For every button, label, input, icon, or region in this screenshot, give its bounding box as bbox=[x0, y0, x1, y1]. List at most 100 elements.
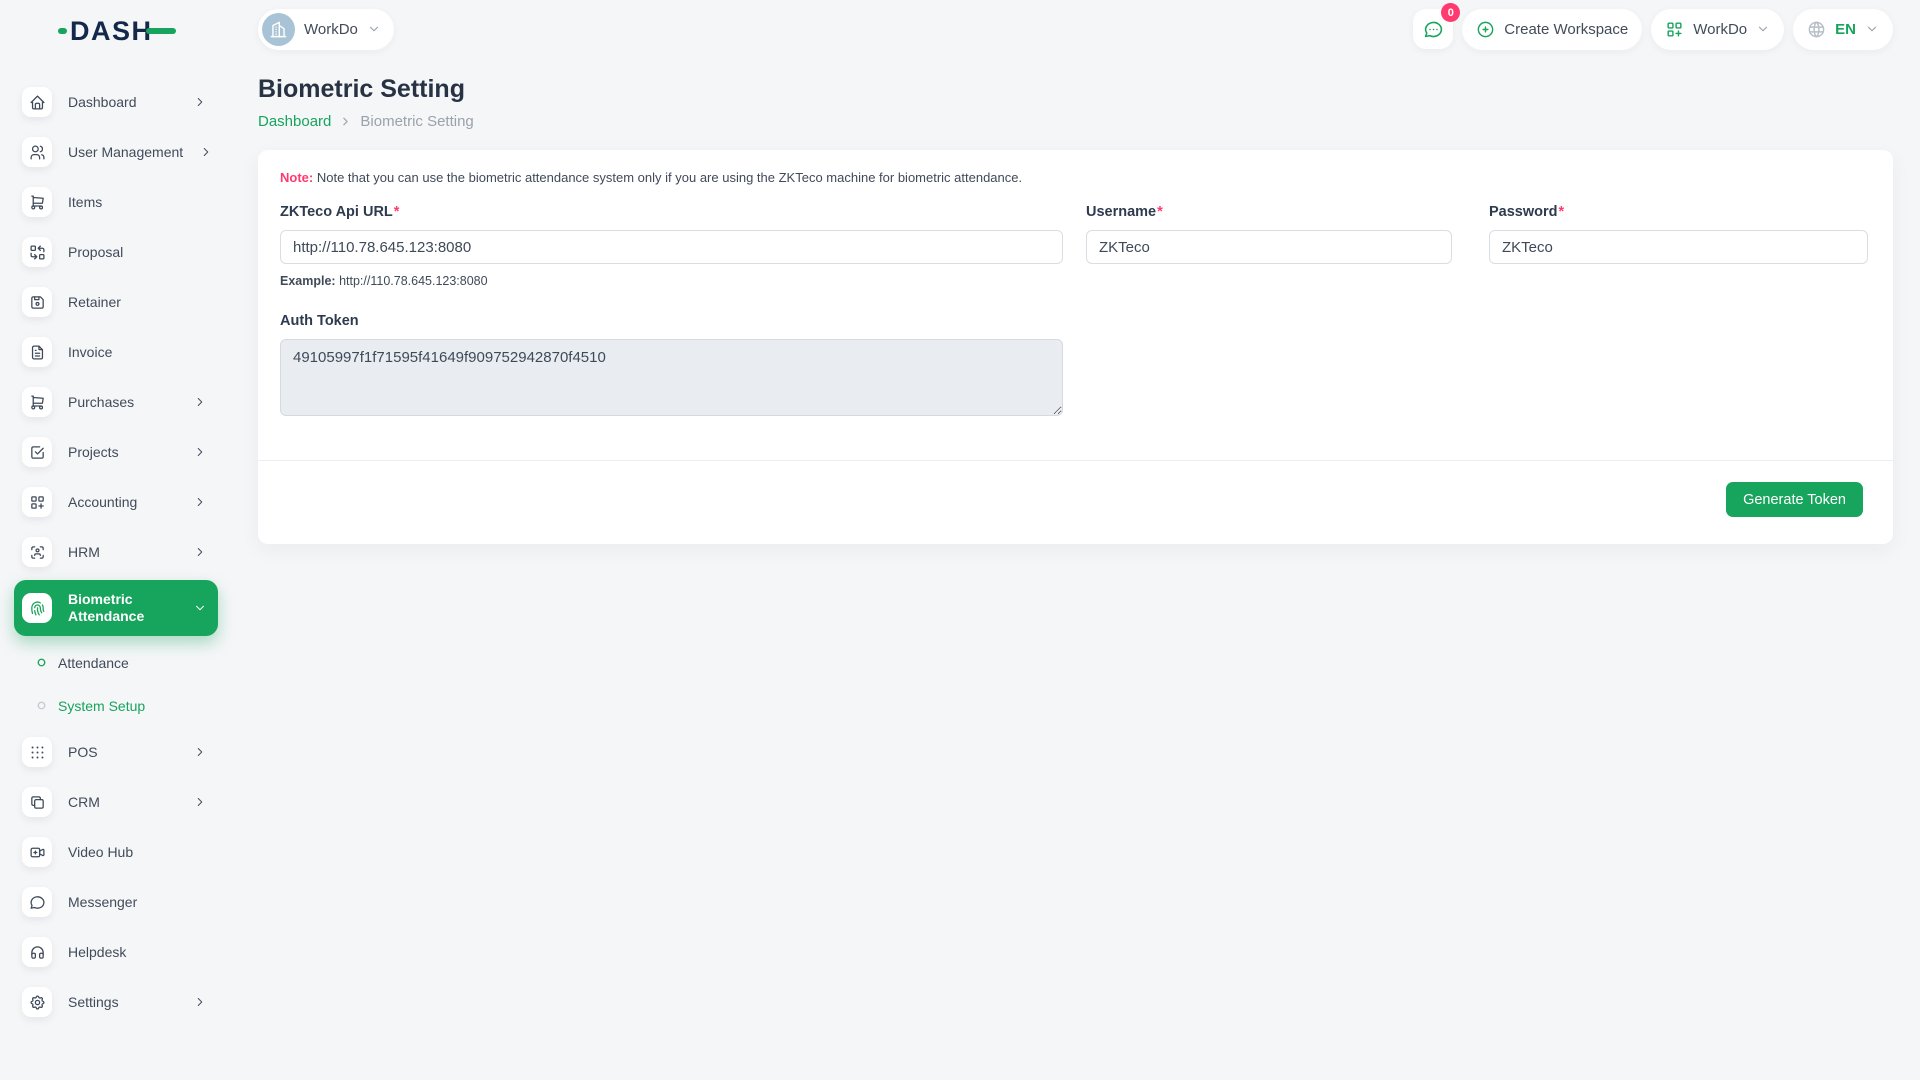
gear-icon bbox=[22, 987, 52, 1017]
sidebar-item-helpdesk[interactable]: Helpdesk bbox=[14, 927, 218, 977]
sidebar-item-messenger[interactable]: Messenger bbox=[14, 877, 218, 927]
biometric-setting-card: Note: Note that you can use the biometri… bbox=[258, 150, 1893, 544]
circle-bullet-icon bbox=[37, 701, 46, 710]
language-selector[interactable]: EN bbox=[1793, 9, 1893, 50]
sidebar-item-purchases[interactable]: Purchases bbox=[14, 377, 218, 427]
sidebar-item-pos[interactable]: POS bbox=[14, 727, 218, 777]
workdo-menu-label: WorkDo bbox=[1693, 21, 1747, 38]
checkbox-icon bbox=[22, 437, 52, 467]
sidebar-item-proposal[interactable]: Proposal bbox=[14, 227, 218, 277]
circle-bullet-icon bbox=[37, 658, 46, 667]
note-label: Note: bbox=[280, 170, 313, 185]
generate-token-button[interactable]: Generate Token bbox=[1726, 482, 1863, 517]
chevron-right-icon bbox=[199, 145, 213, 159]
brand-logo-text: DASH bbox=[70, 16, 153, 46]
headset-icon bbox=[22, 937, 52, 967]
message-icon bbox=[22, 887, 52, 917]
breadcrumb-current: Biometric Setting bbox=[360, 113, 473, 130]
copy-icon bbox=[22, 787, 52, 817]
workspace-avatar bbox=[262, 13, 295, 46]
cart-icon bbox=[22, 387, 52, 417]
topbar-right: 0 Create Workspace WorkDo bbox=[1413, 9, 1893, 50]
chevron-right-icon bbox=[193, 995, 207, 1009]
form-row: ZKTeco Api URL* Example: http://110.78.6… bbox=[280, 203, 1871, 288]
circle-plus-icon bbox=[1476, 20, 1495, 39]
chevron-right-icon bbox=[193, 745, 207, 759]
main-area: WorkDo 0 Create Workspace bbox=[232, 0, 1920, 1080]
cart-icon bbox=[22, 187, 52, 217]
replace-icon bbox=[22, 237, 52, 267]
chevron-down-icon bbox=[367, 22, 381, 36]
message-dots-icon bbox=[1423, 19, 1444, 40]
sidebar-subitem-system-setup[interactable]: System Setup bbox=[14, 684, 218, 727]
floppy-icon bbox=[22, 287, 52, 317]
sidebar-item-invoice[interactable]: Invoice bbox=[14, 327, 218, 377]
sidebar-item-items[interactable]: Items bbox=[14, 177, 218, 227]
video-icon bbox=[22, 837, 52, 867]
create-workspace-button[interactable]: Create Workspace bbox=[1462, 9, 1642, 50]
sidebar: DASH DashboardUser ManagementItemsPropos… bbox=[0, 0, 232, 1080]
sidebar-item-dashboard[interactable]: Dashboard bbox=[14, 77, 218, 127]
sidebar-subitem-attendance[interactable]: Attendance bbox=[14, 641, 218, 684]
breadcrumb-dashboard-link[interactable]: Dashboard bbox=[258, 113, 331, 130]
workspace-name: WorkDo bbox=[304, 21, 358, 38]
grid-plus-icon bbox=[1665, 20, 1684, 39]
app: DASH DashboardUser ManagementItemsPropos… bbox=[0, 0, 1920, 1080]
chevron-down-icon bbox=[1865, 22, 1879, 36]
sidebar-item-projects[interactable]: Projects bbox=[14, 427, 218, 477]
chevron-down-icon bbox=[193, 601, 207, 615]
chevron-right-icon bbox=[193, 395, 207, 409]
topbar: WorkDo 0 Create Workspace bbox=[258, 0, 1893, 58]
messages-button[interactable]: 0 bbox=[1413, 9, 1453, 49]
card-footer: Generate Token bbox=[258, 460, 1893, 544]
chevron-right-icon bbox=[193, 495, 207, 509]
workdo-menu-button[interactable]: WorkDo bbox=[1651, 9, 1784, 50]
breadcrumb: Dashboard Biometric Setting bbox=[258, 113, 1893, 130]
username-field: Username* bbox=[1086, 203, 1452, 288]
auth-token-label: Auth Token bbox=[280, 312, 1063, 330]
sidebar-item-biometric-attendance[interactable]: Biometric Attendance bbox=[14, 580, 218, 636]
sidebar-item-crm[interactable]: CRM bbox=[14, 777, 218, 827]
workspace-switcher[interactable]: WorkDo bbox=[258, 9, 394, 50]
api-url-label: ZKTeco Api URL* bbox=[280, 203, 1063, 221]
sidebar-item-settings[interactable]: Settings bbox=[14, 977, 218, 1027]
sidebar-item-retainer[interactable]: Retainer bbox=[14, 277, 218, 327]
sidebar-item-hrm[interactable]: HRM bbox=[14, 527, 218, 577]
page-title: Biometric Setting bbox=[258, 74, 1893, 104]
file-icon bbox=[22, 337, 52, 367]
dotsgrid-icon bbox=[22, 737, 52, 767]
chevron-down-icon bbox=[1756, 22, 1770, 36]
page-head: Biometric Setting Dashboard Biometric Se… bbox=[258, 74, 1893, 130]
auth-token-textarea[interactable]: 49105997f1f71595f41649f909752942870f4510 bbox=[280, 339, 1063, 416]
username-input[interactable] bbox=[1086, 230, 1452, 264]
chevron-right-icon bbox=[193, 545, 207, 559]
userscan-icon bbox=[22, 537, 52, 567]
language-code: EN bbox=[1835, 21, 1856, 38]
globe-icon bbox=[1807, 20, 1826, 39]
building-icon bbox=[269, 20, 288, 39]
chevron-right-icon bbox=[193, 95, 207, 109]
api-url-input[interactable] bbox=[280, 230, 1063, 264]
chevron-right-icon bbox=[193, 795, 207, 809]
users-icon bbox=[22, 137, 52, 167]
password-label: Password* bbox=[1489, 203, 1868, 221]
api-url-field: ZKTeco Api URL* Example: http://110.78.6… bbox=[280, 203, 1063, 288]
password-field: Password* bbox=[1489, 203, 1868, 288]
password-input[interactable] bbox=[1489, 230, 1868, 264]
create-workspace-label: Create Workspace bbox=[1504, 21, 1628, 38]
brand-logo[interactable]: DASH bbox=[58, 14, 178, 48]
note-text: Note: Note that you can use the biometri… bbox=[280, 170, 1871, 185]
chevron-right-icon bbox=[193, 445, 207, 459]
home-icon bbox=[22, 87, 52, 117]
fingerprint-icon bbox=[22, 593, 52, 623]
required-asterisk: * bbox=[394, 204, 400, 220]
username-label: Username* bbox=[1086, 203, 1452, 221]
auth-token-field: Auth Token 49105997f1f71595f41649f909752… bbox=[280, 312, 1063, 416]
sidebar-item-video-hub[interactable]: Video Hub bbox=[14, 827, 218, 877]
chevron-right-icon bbox=[339, 115, 352, 128]
sidebar-nav: DashboardUser ManagementItemsProposalRet… bbox=[0, 77, 232, 1027]
gridplus-icon bbox=[22, 487, 52, 517]
sidebar-item-accounting[interactable]: Accounting bbox=[14, 477, 218, 527]
sidebar-item-user-management[interactable]: User Management bbox=[14, 127, 218, 177]
required-asterisk: * bbox=[1157, 204, 1163, 220]
